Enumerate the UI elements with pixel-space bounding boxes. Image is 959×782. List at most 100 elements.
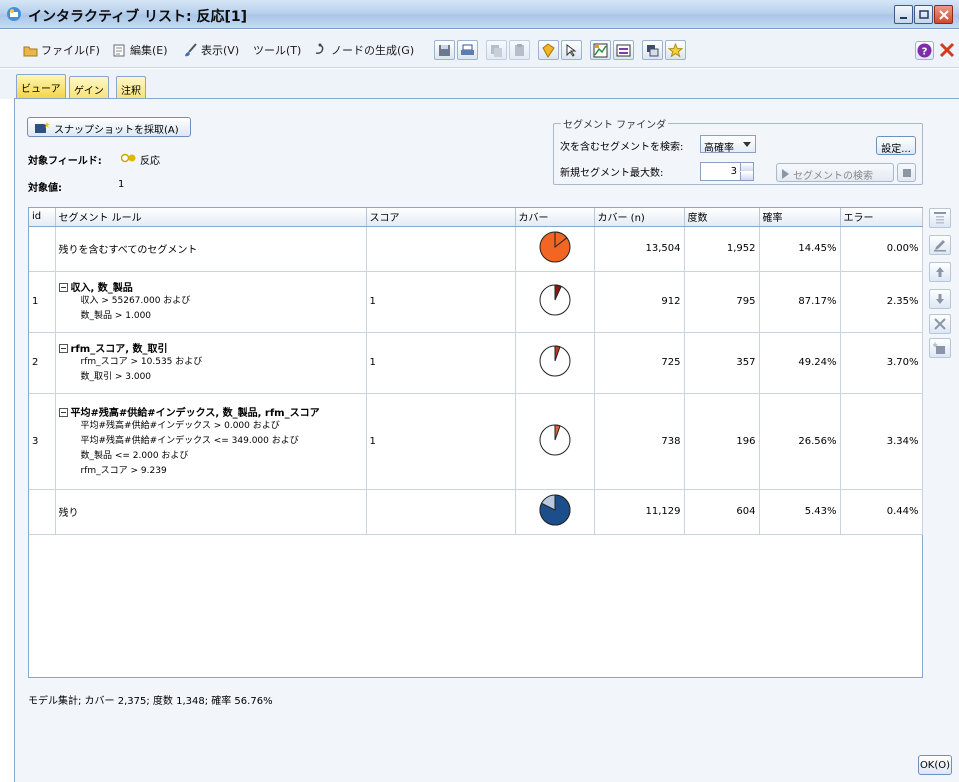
target-value: 1 [118,179,125,190]
segment-rule-title: 残りを含むすべてのセグメント [58,245,198,256]
toolbar-print-button[interactable] [457,40,478,60]
move-down-button[interactable] [929,289,951,309]
row-score [366,226,516,272]
save-icon [439,45,450,56]
settings-button[interactable]: 設定... [876,136,916,155]
delete-icon [934,318,946,330]
table-row[interactable]: 残り 11,129 604 5.43% 0.44% [29,489,923,535]
row-frequency: 357 [684,332,760,394]
toolbar-save-button[interactable] [434,40,455,60]
row-probability: 14.45% [759,226,841,272]
rule-condition: 平均#残高#供給#インデックス > 0.000 および [80,420,280,431]
toolbar-layers-button[interactable] [642,40,663,60]
segment-rule-title: 残り [58,508,79,519]
row-id: 1 [29,271,56,333]
move-up-button[interactable] [929,262,951,282]
row-id [29,489,56,535]
menu-tools-label: ツール(T) [253,44,302,57]
table-row[interactable]: 3 平均#残高#供給#インデックス, 数_製品, rfm_スコア 平均#残高#供… [29,393,923,490]
move-top-button[interactable] [929,208,951,228]
tab-annotations[interactable]: 注釈 [116,76,146,98]
toolbar-star-button[interactable] [665,40,686,60]
spin-down-icon[interactable] [740,172,753,180]
layers-icon [647,45,659,57]
chart-icon [593,43,608,58]
ok-button[interactable]: OK(O) [918,755,952,775]
window-title: インタラクティブ リスト: 反応[1] [28,9,248,25]
spin-up-icon[interactable] [740,163,753,171]
toolbar-select-button[interactable] [561,40,582,60]
column-header[interactable]: エラー [840,208,923,227]
segment-rule-title[interactable]: 収入, 数_製品 [58,279,363,294]
node-icon [315,43,324,54]
table-row[interactable]: 2 rfm_スコア, 数_取引 rfm_スコア > 10.535 および 数_取… [29,332,923,394]
table-icon [616,44,631,57]
tab-viewer[interactable]: ビューア [16,74,66,98]
close-icon[interactable] [937,40,957,60]
menu-edit[interactable]: 編集(E) [112,42,168,58]
chevron-down-icon [743,142,751,147]
snapshot-button[interactable]: スナップショットを採取(A) [27,117,191,137]
table-row[interactable]: 1 収入, 数_製品 収入 > 55267.000 および 数_製品 > 1.0… [29,271,923,333]
collapse-icon[interactable] [58,344,68,353]
merge-icon [933,342,945,354]
stop-button[interactable] [897,163,916,182]
rule-condition: 平均#残高#供給#インデックス <= 349.000 および [80,435,299,446]
stop-icon [903,169,911,177]
column-header[interactable]: カバー (n) [594,208,685,227]
row-id [29,226,56,272]
segment-rule-title[interactable]: rfm_スコア, 数_取引 [58,340,363,355]
edit-segment-button[interactable] [929,235,951,255]
row-cover-n: 738 [594,393,685,490]
search-criteria-select[interactable]: 高確率 [700,135,756,154]
column-header[interactable]: カバー [515,208,595,227]
table-row[interactable]: 残りを含むすべてのセグメント 13,504 1,952 14.45% 0.00% [29,226,923,272]
coverage-pie [539,423,570,455]
coverage-pie [539,345,570,377]
model-summary: モデル集計; カバー 2,375; 度数 1,348; 確率 56.76% [28,696,273,707]
column-header[interactable]: 確率 [759,208,841,227]
toolbar-table-button[interactable] [613,40,634,60]
tab-gains[interactable]: ゲイン [69,76,109,98]
table-header-row: id セグメント ルール スコア カバー カバー (n) 度数 確率 エラー [29,208,923,227]
minimize-button[interactable] [894,5,913,24]
column-header[interactable]: 度数 [684,208,760,227]
merge-segments-button[interactable] [929,338,951,358]
menu-tools[interactable]: ツール(T) [253,42,301,58]
column-header[interactable]: セグメント ルール [55,208,367,227]
snapshot-label: スナップショットを採取(A) [54,125,179,136]
menu-view[interactable]: 表示(V) [183,42,239,58]
max-segments-spinner[interactable]: 3 [700,162,754,181]
toolbar-chart-button[interactable] [590,40,611,60]
menu-file[interactable]: ファイル(F) [23,42,100,58]
menu-generate[interactable]: ノードの生成(G) [313,42,414,58]
folder-icon [23,46,38,56]
segment-rule-title[interactable]: 平均#残高#供給#インデックス, 数_製品, rfm_スコア [58,404,363,419]
toolbar-paste-button[interactable] [509,40,530,60]
column-header[interactable]: id [29,208,56,227]
column-header[interactable]: スコア [366,208,516,227]
max-segments-label: 新規セグメント最大数: [560,168,664,179]
rule-condition: 数_製品 <= 2.000 および [80,450,189,461]
delete-segment-button[interactable] [929,314,951,334]
help-button[interactable]: ? [915,41,934,60]
toolbar-model-button[interactable] [538,40,559,60]
segment-rule-title-text: rfm_スコア, 数_取引 [70,344,168,355]
print-icon [461,44,474,55]
row-frequency: 795 [684,271,760,333]
window-close-button[interactable] [934,5,953,24]
play-icon [782,169,789,179]
maximize-button[interactable] [914,5,933,24]
find-segments-button[interactable]: セグメントの検索 [776,163,894,182]
menu-file-label: ファイル(F) [41,44,100,57]
arrow-up-icon [936,267,944,277]
collapse-icon[interactable] [58,283,68,292]
pencil-icon [934,240,946,252]
copy-icon [491,45,502,57]
pointer-icon [566,44,577,57]
row-frequency: 1,952 [684,226,760,272]
paste-icon [515,44,524,56]
svg-text:?: ? [922,47,928,58]
collapse-icon[interactable] [58,407,68,417]
toolbar-copy-button[interactable] [486,40,507,60]
